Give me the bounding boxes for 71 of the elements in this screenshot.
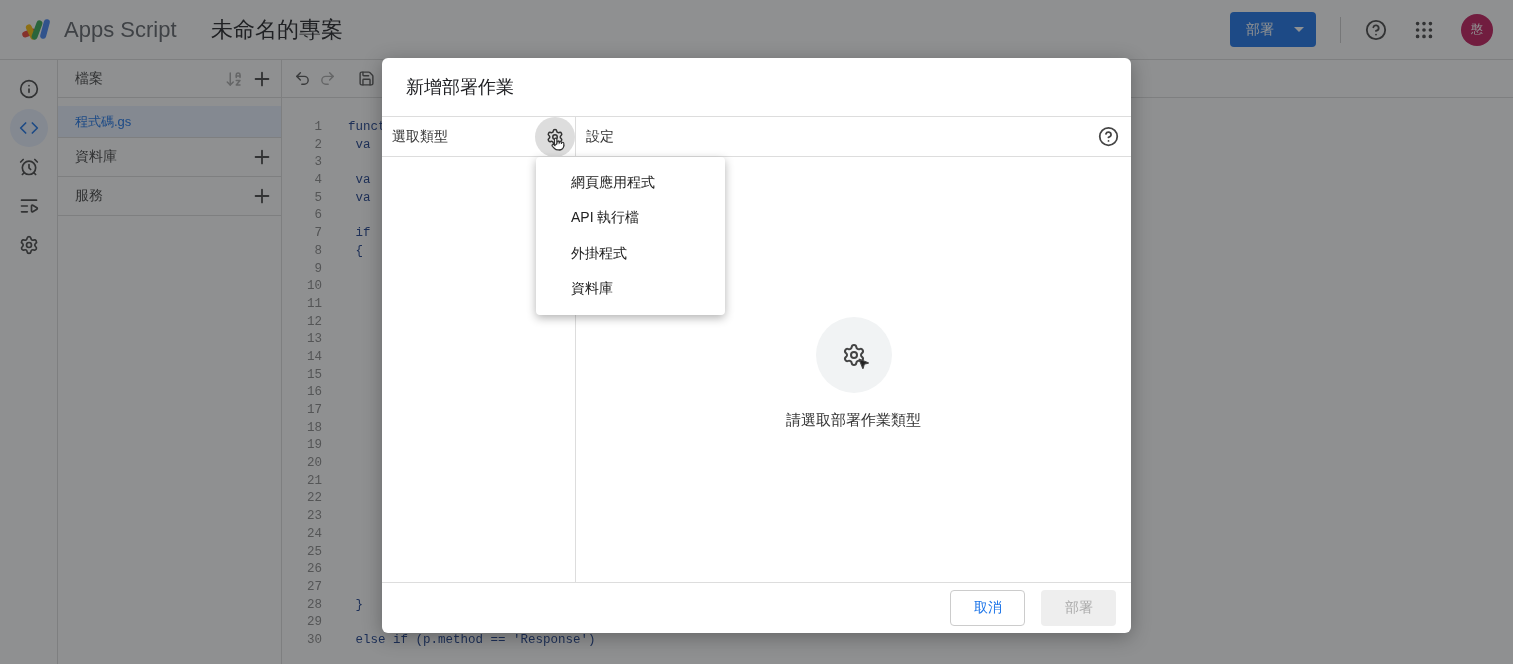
line-number: 25 xyxy=(306,544,322,561)
line-number: 14 xyxy=(306,349,322,366)
code-line: va xyxy=(354,173,371,190)
pointer-cursor-icon xyxy=(856,357,870,370)
line-number: 27 xyxy=(306,579,322,596)
info-icon xyxy=(18,79,39,99)
dialog-title: 新增部署作業 xyxy=(382,58,1131,117)
line-number: 28 xyxy=(306,597,322,614)
line-number: 22 xyxy=(306,491,322,508)
undo-icon[interactable] xyxy=(294,70,311,87)
settings-icon xyxy=(18,235,39,255)
line-number: 24 xyxy=(306,526,322,543)
line-number: 8 xyxy=(313,243,322,260)
caret-icon xyxy=(1294,27,1304,32)
save-icon[interactable] xyxy=(358,70,375,87)
file-item[interactable]: 程式碼.gs xyxy=(58,106,281,138)
rail-button[interactable] xyxy=(9,109,48,147)
line-number: 1 xyxy=(313,120,322,136)
column-header: 設定 xyxy=(586,127,614,146)
type-settings-button[interactable] xyxy=(535,116,575,157)
line-number: 6 xyxy=(313,208,322,225)
line-number: 2 xyxy=(313,137,322,154)
files-title: 檔案 xyxy=(75,69,104,88)
menu-item[interactable]: 外掛程式 xyxy=(536,236,725,272)
project-title[interactable]: 未命名的專案 xyxy=(210,14,343,45)
line-number: 11 xyxy=(306,296,322,313)
help-icon[interactable] xyxy=(1365,18,1387,41)
section-title: 資料庫 xyxy=(75,148,117,166)
app-name: Apps Script xyxy=(64,16,177,43)
line-number: 12 xyxy=(306,314,322,331)
line-number: 18 xyxy=(306,420,322,437)
line-number: 29 xyxy=(306,615,322,632)
menu-item[interactable]: 資料庫 xyxy=(536,271,725,307)
column-header: 選取類型 xyxy=(392,127,448,146)
apps-script-logo xyxy=(20,17,52,42)
code-line: if xyxy=(354,226,371,243)
cancel-button[interactable]: 取消 xyxy=(950,590,1025,626)
code-line: funct xyxy=(348,120,386,136)
section-title: 服務 xyxy=(75,187,103,205)
deploy-button[interactable]: 部署 xyxy=(1230,12,1316,47)
line-number: 10 xyxy=(306,279,322,296)
line-number: 20 xyxy=(306,456,322,473)
settings-icon xyxy=(546,127,564,146)
help-icon[interactable] xyxy=(1098,126,1119,147)
line-number: 21 xyxy=(306,473,322,490)
line-number: 30 xyxy=(306,632,322,649)
line-number: 3 xyxy=(313,155,322,172)
line-number: 9 xyxy=(313,261,322,278)
line-number: 19 xyxy=(306,438,322,455)
line-number: 7 xyxy=(313,226,322,243)
code-line: else if (p.method == 'Response') xyxy=(354,632,596,649)
line-number: 17 xyxy=(306,403,322,419)
line-number: 15 xyxy=(306,367,322,384)
empty-message: 請選取部署作業類型 xyxy=(786,411,921,430)
line-number: 13 xyxy=(306,332,322,349)
code-line: va xyxy=(354,190,371,207)
line-number: 4 xyxy=(313,173,322,190)
code-line: va xyxy=(354,137,371,154)
line-number: 26 xyxy=(306,562,322,579)
alarm-clock-icon xyxy=(18,157,39,177)
line-number: 23 xyxy=(306,509,322,526)
code-line: { xyxy=(354,243,363,260)
line-number: 5 xyxy=(313,190,322,207)
settings-icon xyxy=(841,343,866,367)
line-number: 16 xyxy=(306,385,322,402)
hand-cursor-icon xyxy=(551,136,565,151)
menu-item[interactable]: 網頁應用程式 xyxy=(536,165,725,201)
list-play-icon xyxy=(18,196,39,216)
code-line: } xyxy=(354,597,363,614)
menu-item[interactable]: API 執行檔 xyxy=(536,200,725,236)
avatar[interactable]: 憨 xyxy=(1461,13,1493,46)
